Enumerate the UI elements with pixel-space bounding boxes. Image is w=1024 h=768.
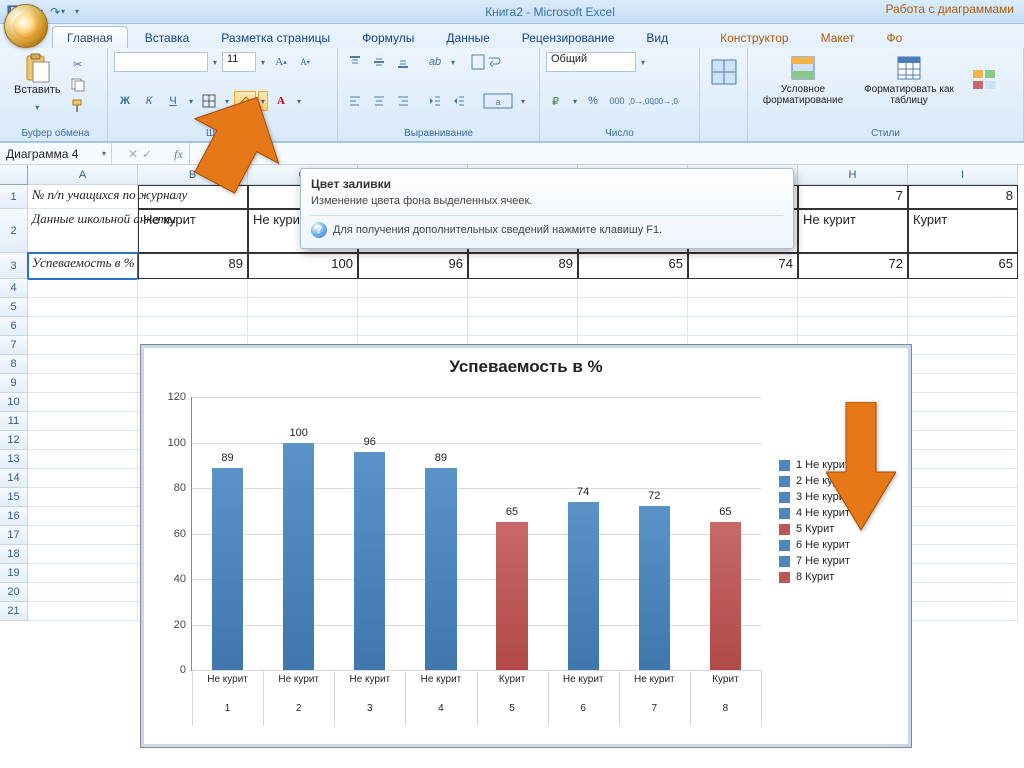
name-box[interactable]: Диаграмма 4▾: [0, 143, 112, 164]
paste-icon: [23, 54, 51, 82]
align-right-icon[interactable]: [392, 91, 414, 111]
accounting-format-icon[interactable]: ₽: [546, 91, 568, 111]
comma-format-icon[interactable]: 000: [606, 91, 628, 111]
chart-bar[interactable]: 65: [710, 522, 741, 670]
ribbon-tabs: Главная Вставка Разметка страницы Формул…: [0, 24, 1024, 48]
redo-icon[interactable]: ↷▾: [50, 4, 66, 20]
format-as-table-icon: [895, 54, 923, 82]
tab-chart-layout[interactable]: Макет: [806, 26, 870, 48]
cell-styles-icon: [970, 66, 998, 94]
chart-bar[interactable]: 65: [496, 522, 527, 670]
chart-bar[interactable]: 89: [212, 468, 243, 670]
increase-indent-icon[interactable]: [448, 91, 470, 111]
italic-button[interactable]: К: [138, 91, 160, 111]
office-button[interactable]: [4, 4, 48, 48]
qat-customize-icon[interactable]: ▾: [72, 3, 82, 21]
group-styles: Условное форматирование Форматировать ка…: [748, 48, 1024, 141]
legend-item[interactable]: 6 Не курит: [779, 539, 901, 551]
wrap-text-button[interactable]: [468, 52, 504, 72]
tooltip-f1: Для получения дополнительных сведений на…: [333, 224, 662, 236]
format-painter-icon[interactable]: [67, 96, 89, 116]
bold-button[interactable]: Ж: [114, 91, 136, 111]
tooltip-fill-color: Цвет заливки Изменение цвета фона выделе…: [300, 168, 794, 249]
enter-formula-icon[interactable]: ✓: [142, 147, 152, 161]
decrease-decimal-icon[interactable]: ,00→,0: [654, 91, 676, 111]
app-title: Книга2 - Microsoft Excel: [82, 5, 1018, 19]
tab-formulas[interactable]: Формулы: [347, 26, 429, 48]
tab-data[interactable]: Данные: [431, 26, 504, 48]
align-bottom-icon[interactable]: [392, 52, 414, 72]
tab-chart-format[interactable]: Фо: [872, 26, 918, 48]
annotation-arrow-1: [188, 94, 298, 194]
format-as-table-button[interactable]: Форматировать как таблицу: [860, 52, 958, 108]
conditional-formatting-icon: [789, 54, 817, 82]
help-icon: ?: [311, 222, 327, 238]
percent-format-icon[interactable]: %: [582, 91, 604, 111]
cancel-formula-icon[interactable]: ✕: [128, 147, 138, 161]
formula-bar: Диаграмма 4▾ ✕ ✓ fx: [0, 143, 1024, 165]
tooltip-body: Изменение цвета фона выделенных ячеек.: [311, 195, 783, 207]
legend-item[interactable]: 7 Не курит: [779, 555, 901, 567]
group-number: Общий▾ ₽▾ % 000 ,0→,00 ,00→,0 Число: [540, 48, 700, 141]
insert-cells-icon[interactable]: [706, 52, 741, 92]
svg-text:₽: ₽: [552, 96, 559, 108]
align-middle-icon[interactable]: [368, 52, 390, 72]
conditional-formatting-button[interactable]: Условное форматирование: [754, 52, 852, 108]
group-clipboard: Вставить ▾ ✂ Буфер обмена: [4, 48, 108, 141]
number-format-select[interactable]: Общий: [546, 52, 636, 72]
tab-home[interactable]: Главная: [52, 26, 128, 48]
tab-insert[interactable]: Вставка: [130, 26, 205, 48]
ribbon-body: Вставить ▾ ✂ Буфер обмена ▾ 11▾ A▴ A▾ Ж: [0, 48, 1024, 142]
shrink-font-icon[interactable]: A▾: [294, 52, 316, 72]
chart-bar[interactable]: 96: [354, 452, 385, 670]
grow-font-icon[interactable]: A▴: [270, 52, 292, 72]
cell-styles-button[interactable]: [966, 64, 1002, 96]
chart-plot-area: 02040608010012089Не курит1100Не курит296…: [191, 397, 761, 671]
chart-bar[interactable]: 72: [639, 506, 670, 670]
align-left-icon[interactable]: [344, 91, 366, 111]
tab-review[interactable]: Рецензирование: [507, 26, 630, 48]
group-styles-label: Стили: [754, 126, 1017, 139]
merge-center-button[interactable]: a: [480, 91, 516, 111]
tab-page-layout[interactable]: Разметка страницы: [206, 26, 345, 48]
underline-button[interactable]: Ч: [162, 91, 184, 111]
paste-label: Вставить: [14, 84, 61, 96]
paste-button[interactable]: Вставить ▾: [10, 52, 65, 118]
font-name-input[interactable]: [114, 52, 208, 72]
chart-bar[interactable]: 74: [568, 502, 599, 670]
orientation-icon[interactable]: ab: [424, 52, 446, 72]
align-top-icon[interactable]: [344, 52, 366, 72]
tab-view[interactable]: Вид: [631, 26, 683, 48]
copy-icon[interactable]: [67, 75, 89, 95]
chart-title: Успеваемость в %: [141, 345, 911, 381]
ribbon: Главная Вставка Разметка страницы Формул…: [0, 24, 1024, 143]
fx-icon[interactable]: fx: [168, 143, 190, 164]
font-size-input[interactable]: 11: [222, 52, 256, 72]
chart-object[interactable]: Успеваемость в % 02040608010012089Не кур…: [140, 344, 912, 748]
increase-decimal-icon[interactable]: ,0→,00: [630, 91, 652, 111]
chart-bar[interactable]: 100: [283, 443, 314, 671]
legend-item[interactable]: 8 Курит: [779, 571, 901, 583]
title-bar: ↶▾ ↷▾ ▾ Книга2 - Microsoft Excel Работа …: [0, 0, 1024, 24]
annotation-arrow-2: [826, 402, 896, 532]
tab-chart-design[interactable]: Конструктор: [705, 26, 803, 48]
svg-text:a: a: [495, 97, 500, 107]
decrease-indent-icon[interactable]: [424, 91, 446, 111]
group-cells-placeholder: [700, 48, 748, 141]
group-number-label: Число: [546, 126, 693, 139]
group-alignment-label: Выравнивание: [344, 126, 533, 139]
cut-icon[interactable]: ✂: [67, 54, 89, 74]
tooltip-title: Цвет заливки: [311, 177, 783, 191]
group-alignment: ab▾ a▾ Выравнивание: [338, 48, 540, 141]
chart-bar[interactable]: 89: [425, 468, 456, 670]
group-clipboard-label: Буфер обмена: [10, 126, 101, 139]
chart-tools-label: Работа с диаграммами: [886, 2, 1015, 16]
align-center-icon[interactable]: [368, 91, 390, 111]
